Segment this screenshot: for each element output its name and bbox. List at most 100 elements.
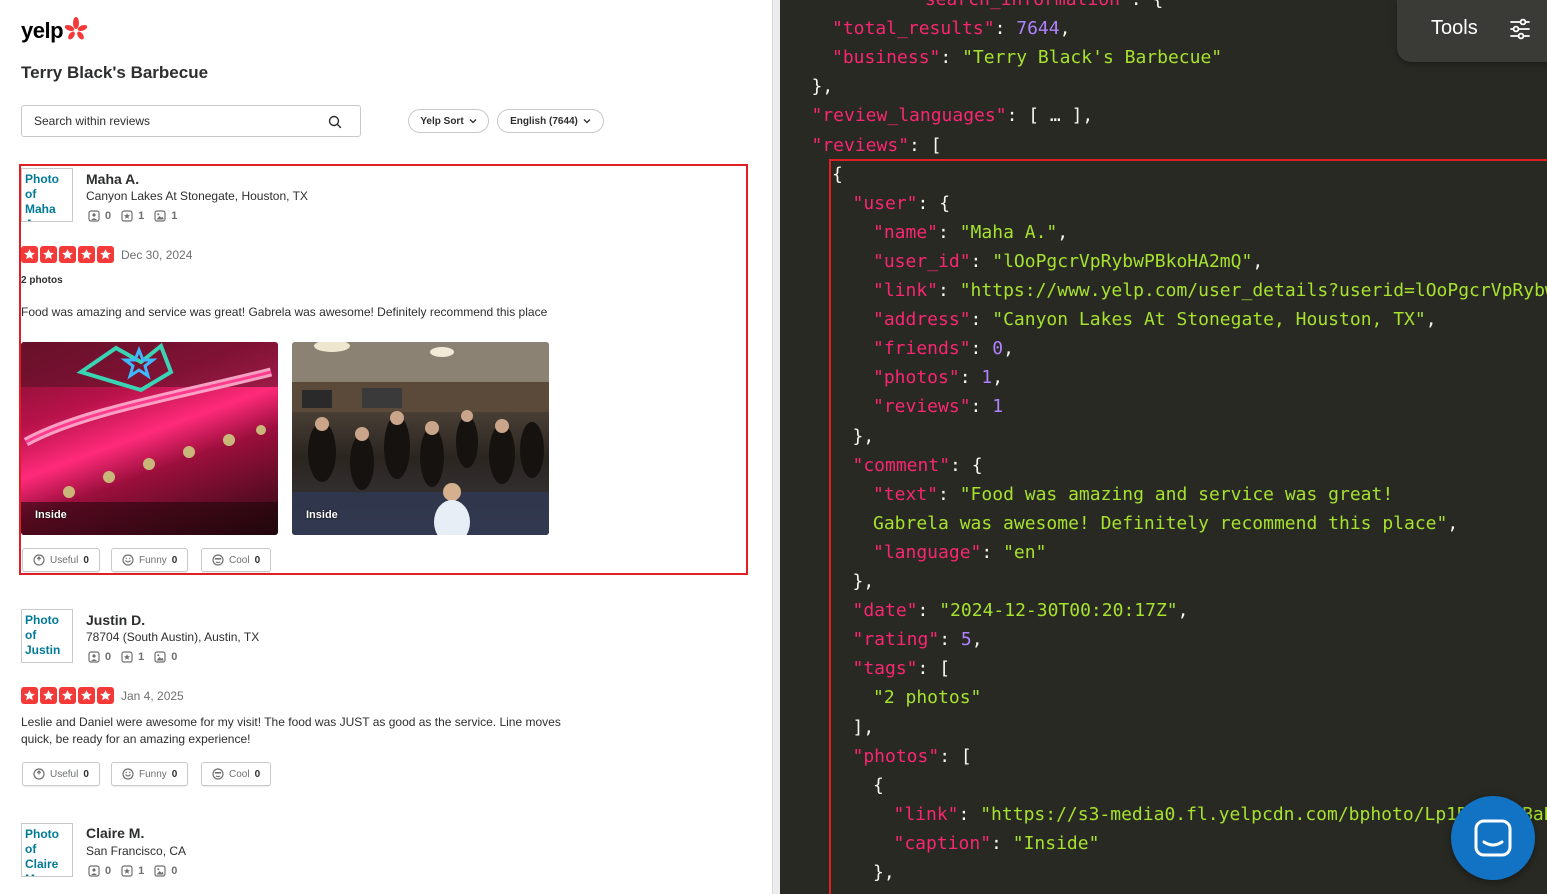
yelp-logo[interactable]: yelp (21, 17, 88, 44)
cool-button[interactable]: Cool 0 (201, 762, 272, 786)
funny-count: 0 (171, 768, 178, 780)
cool-icon (212, 554, 224, 566)
star-icon (59, 687, 76, 704)
review-date: Dec 30, 2024 (121, 248, 193, 262)
funny-label: Funny (139, 768, 167, 780)
star-icon (78, 246, 95, 263)
search-icon[interactable] (328, 115, 342, 129)
review-text: Food was amazing and service was great! … (21, 305, 548, 319)
sort-dropdown[interactable]: Yelp Sort (408, 109, 489, 133)
cool-button[interactable]: Cool 0 (201, 548, 272, 572)
funny-label: Funny (139, 554, 167, 566)
json-key: "review_languages" (811, 105, 1007, 127)
review-star-icon (121, 210, 133, 222)
photo-caption: Inside (35, 509, 67, 521)
photos-stat: 0 (154, 865, 177, 877)
useful-button[interactable]: Useful 0 (22, 762, 100, 786)
useful-icon (33, 768, 45, 780)
reviewer-name[interactable]: Maha A. (86, 171, 139, 187)
funny-icon (122, 768, 134, 780)
star-icon (78, 687, 95, 704)
star-icon (97, 246, 114, 263)
reviewer-address: Canyon Lakes At Stonegate, Houston, TX (86, 189, 308, 203)
reviewer-name[interactable]: Justin D. (86, 612, 145, 628)
restaurant-interior-image (292, 342, 549, 535)
json-output-pane: "search_information": { "total_results" : … (780, 0, 1547, 894)
photos-tag: 2 photos (21, 275, 63, 286)
yelp-reviews-pane: yelp Terry Black's Barbecue Yelp Sort En… (0, 0, 772, 894)
user-avatar[interactable]: Photo of Justin (21, 609, 73, 663)
json-punct: }, (811, 76, 834, 98)
json-punct: , (1059, 18, 1071, 40)
funny-icon (122, 554, 134, 566)
reviews-count: 1 (138, 210, 145, 222)
useful-button[interactable]: Useful 0 (22, 548, 100, 572)
friends-icon (88, 210, 100, 222)
json-line: "business": "Terry Black's Barbecue" (832, 46, 1222, 70)
pane-splitter[interactable] (772, 0, 780, 894)
review-search-input[interactable] (34, 106, 324, 136)
star-rating (21, 687, 114, 704)
photos-count: 0 (171, 865, 178, 877)
funny-button[interactable]: Funny 0 (111, 762, 189, 786)
reviews-stat: 1 (121, 865, 144, 877)
review-date: Jan 4, 2025 (121, 689, 184, 703)
review-search-box[interactable] (21, 105, 361, 137)
chevron-down-icon (469, 119, 477, 124)
friends-count: 0 (105, 210, 112, 222)
json-punct: : (994, 18, 1017, 40)
photos-stat: 0 (154, 651, 177, 663)
star-icon (21, 246, 38, 263)
review-star-icon (121, 651, 133, 663)
cool-label: Cool (229, 768, 250, 780)
json-key: "business" (832, 47, 941, 69)
photo-icon (154, 651, 166, 663)
user-avatar[interactable]: Photo of Claire M. (21, 823, 73, 877)
json-line: "review_languages": [ … ], (812, 104, 1094, 128)
business-title: Terry Black's Barbecue (21, 63, 209, 82)
json-key: "total_results" (832, 18, 995, 40)
cool-count: 0 (254, 768, 261, 780)
funny-button[interactable]: Funny 0 (111, 548, 189, 572)
json-key: "reviews" (811, 134, 910, 156)
reviews-stat: 1 (121, 210, 144, 222)
json-punct: : (940, 47, 963, 69)
yelp-burst-icon (65, 17, 88, 40)
reviews-count: 1 (138, 651, 145, 663)
useful-label: Useful (50, 554, 79, 566)
user-avatar[interactable]: Photo of Maha A. (21, 168, 73, 222)
reviewer-name[interactable]: Claire M. (86, 825, 144, 841)
star-icon (21, 687, 38, 704)
reviews-count: 1 (138, 865, 145, 877)
star-icon (40, 246, 57, 263)
friends-stat: 0 (88, 865, 111, 877)
json-line: "search_information": { (914, 0, 1163, 12)
star-icon (97, 687, 114, 704)
useful-count: 0 (83, 768, 89, 780)
language-dropdown[interactable]: English (7644) (497, 109, 604, 133)
tools-button[interactable]: Tools (1397, 0, 1547, 62)
sort-dropdown-label: Yelp Sort (420, 115, 464, 127)
friends-count: 0 (105, 865, 112, 877)
useful-label: Useful (50, 768, 79, 780)
friends-icon (88, 651, 100, 663)
photos-count: 0 (171, 651, 178, 663)
reviewer-address: San Francisco, CA (86, 844, 187, 858)
review-photo[interactable]: Inside (21, 342, 278, 535)
review-text-line-1: Leslie and Daniel were awesome for my vi… (21, 715, 561, 729)
review-photo[interactable]: Inside (292, 342, 549, 535)
useful-icon (33, 554, 45, 566)
json-punct: : { (1131, 0, 1164, 10)
star-rating (21, 246, 114, 263)
chevron-down-icon (583, 119, 591, 124)
highlighted-json-frame (829, 159, 1547, 894)
tools-label: Tools (1431, 17, 1478, 39)
friends-count: 0 (105, 651, 112, 663)
friends-icon (88, 865, 100, 877)
photo-caption: Inside (306, 509, 338, 521)
star-icon (40, 687, 57, 704)
yelp-logo-text: yelp (21, 18, 64, 43)
friends-stat: 0 (88, 651, 111, 663)
chat-support-button[interactable] (1451, 796, 1535, 880)
cool-label: Cool (229, 554, 250, 566)
